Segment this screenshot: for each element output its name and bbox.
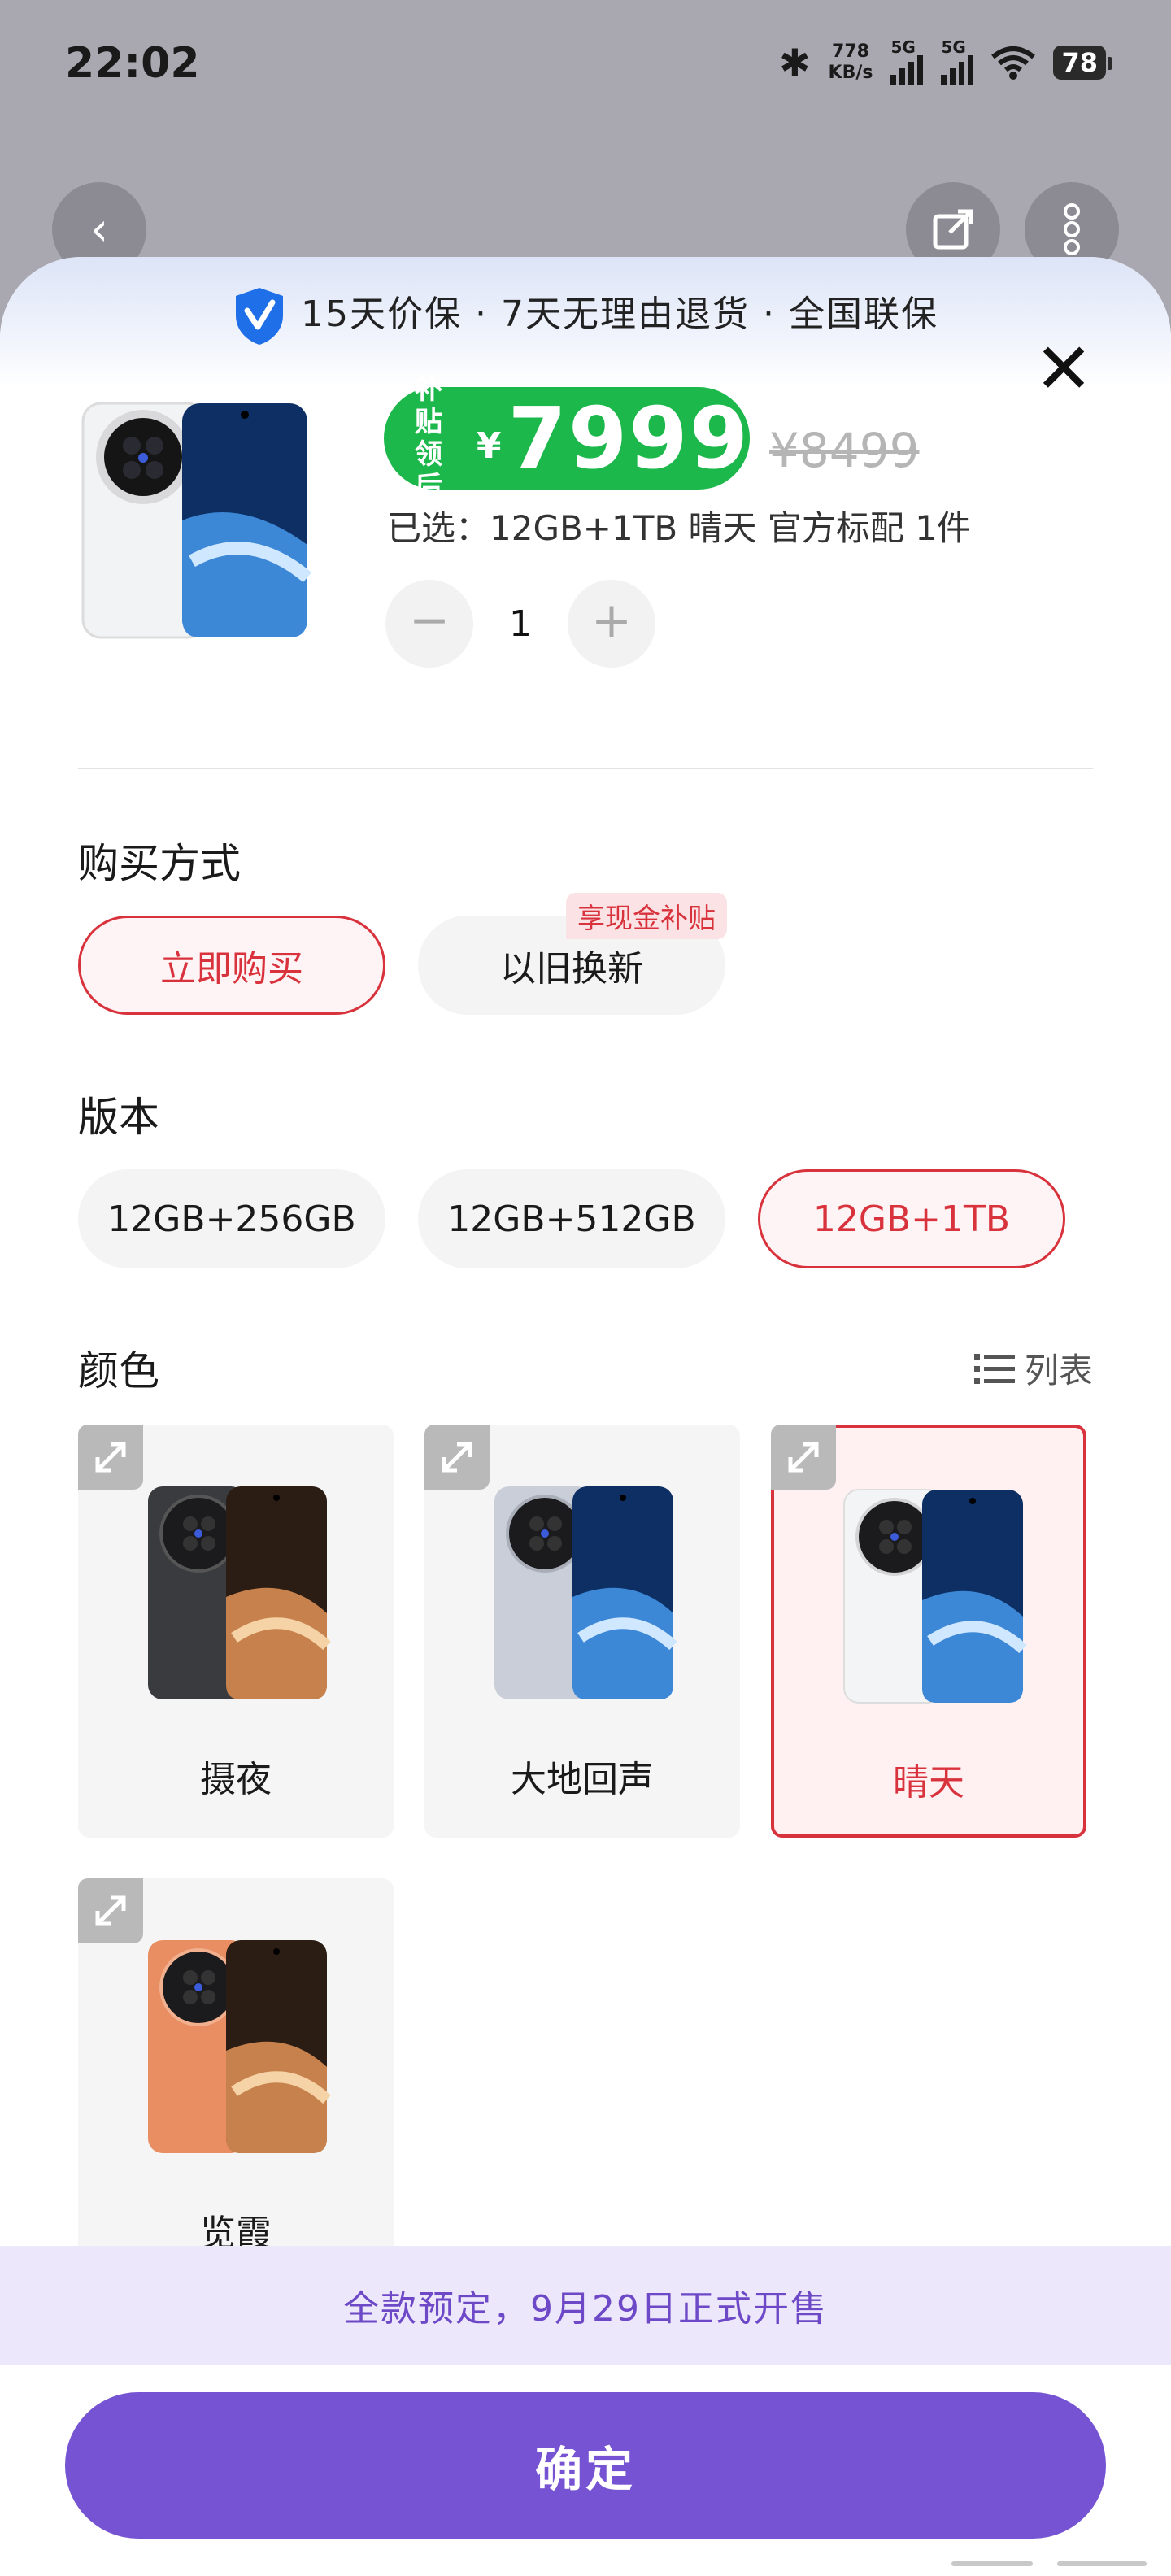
status-bar: 22:02 ✱ 778 KB/s 5G 5G 78: [0, 0, 1171, 130]
currency-symbol: ¥: [476, 424, 502, 467]
expand-icon[interactable]: [771, 1425, 836, 1490]
signal-icon-sim1: 5G: [890, 37, 924, 85]
phone-image: [148, 1486, 331, 1699]
more-dots-icon: [1064, 203, 1080, 255]
color-option-dadi-huisheng[interactable]: 大地回声: [424, 1425, 740, 1838]
version-option-512gb[interactable]: 12GB+512GB: [418, 1169, 725, 1268]
original-price: ¥8499: [769, 423, 920, 478]
net-speed: 778 KB/s: [828, 41, 873, 83]
shield-check-icon: [236, 288, 284, 345]
chevron-left-icon: ‹: [89, 202, 109, 256]
color-option-qingtian[interactable]: 晴天: [771, 1425, 1086, 1838]
purchase-method-title: 购买方式: [78, 840, 241, 887]
cash-subsidy-badge: 享现金补贴: [566, 893, 727, 939]
share-icon: [933, 209, 973, 250]
bluetooth-icon: ✱: [778, 41, 811, 85]
phone-image: [843, 1489, 1027, 1704]
close-button[interactable]: ✕: [1031, 334, 1096, 404]
guarantee-text: 15天价保 · 7天无理由退货 · 全国联保: [301, 294, 938, 335]
list-view-toggle[interactable]: 列表: [973, 1343, 1093, 1393]
phone-image: [494, 1486, 677, 1699]
color-label: 摄夜: [200, 1759, 272, 1800]
version-title: 版本: [78, 1094, 159, 1141]
sku-selection-sheet: 15天价保 · 7天无理由退货 · 全国联保 ✕ 补贴 领后 ¥ 7999 ¥8…: [0, 257, 1171, 2576]
decrease-quantity-button[interactable]: −: [385, 580, 473, 668]
expand-icon[interactable]: [78, 1425, 143, 1490]
increase-quantity-button[interactable]: +: [568, 580, 655, 668]
list-icon: [973, 1353, 1015, 1384]
color-option-lanxia[interactable]: 览霞: [78, 1878, 394, 2291]
signal-icon-sim2: 5G: [941, 37, 974, 85]
selected-summary: 已选：12GB+1TB 晴天 官方标配 1件: [387, 508, 971, 548]
version-option-1tb[interactable]: 12GB+1TB: [758, 1169, 1065, 1268]
version-option-256gb[interactable]: 12GB+256GB: [78, 1169, 385, 1268]
color-label: 晴天: [893, 1762, 964, 1804]
status-icons: ✱ 778 KB/s 5G 5G 78: [778, 37, 1112, 85]
quantity-stepper: − 1 +: [385, 579, 655, 668]
purchase-option-buy-now[interactable]: 立即购买: [78, 916, 385, 1015]
color-title: 颜色: [78, 1347, 159, 1395]
color-label: 大地回声: [511, 1759, 654, 1800]
price-badge: 补贴 领后 ¥ 7999: [384, 373, 750, 503]
expand-icon[interactable]: [424, 1425, 490, 1490]
subsidized-price: 7999: [507, 389, 750, 488]
guarantee-banner: 15天价保 · 7天无理由退货 · 全国联保: [0, 257, 1171, 387]
divider: [78, 768, 1093, 769]
gesture-indicator-icon: [951, 2561, 1147, 2566]
status-time: 22:02: [65, 39, 200, 88]
product-image: [81, 402, 312, 639]
color-option-sheye[interactable]: 摄夜: [78, 1425, 394, 1838]
expand-icon[interactable]: [78, 1878, 143, 1943]
confirm-button[interactable]: 确定: [65, 2392, 1106, 2539]
presale-notice: 全款预定，9月29日正式开售: [0, 2246, 1171, 2365]
subsidy-tag: 补贴 领后: [415, 373, 442, 503]
quantity-value[interactable]: 1: [473, 603, 568, 645]
purchase-option-trade-in[interactable]: 以旧换新 享现金补贴: [418, 893, 727, 1015]
close-icon: ✕: [1034, 329, 1094, 410]
wifi-icon: [991, 46, 1036, 80]
battery-icon: 78: [1053, 46, 1112, 80]
phone-image: [148, 1940, 331, 2153]
